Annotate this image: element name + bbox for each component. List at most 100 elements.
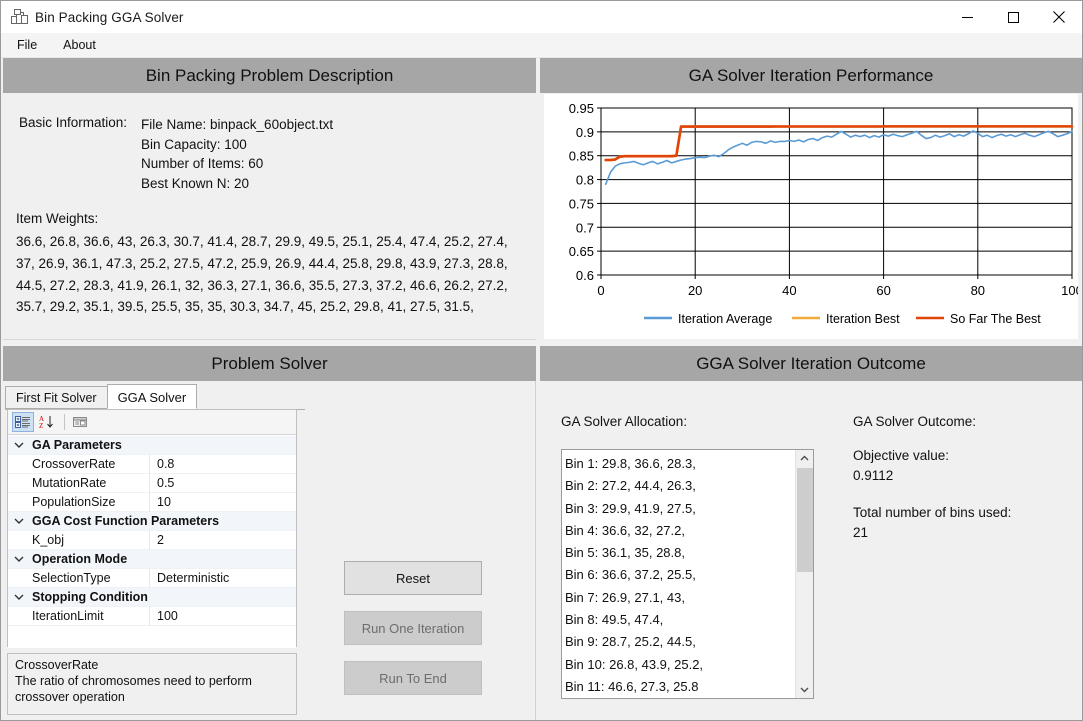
- allocation-line[interactable]: Bin 4: 36.6, 32, 27.2,: [565, 520, 795, 542]
- chart-xtick-label: 80: [971, 283, 985, 298]
- legend-label: Iteration Best: [826, 312, 900, 326]
- allocation-line[interactable]: Bin 11: 46.6, 27.3, 25.8: [565, 676, 795, 698]
- chart-ytick-label: 0.75: [569, 196, 594, 211]
- allocation-listbox[interactable]: Bin 1: 29.8, 36.6, 28.3, Bin 2: 27.2, 44.…: [561, 449, 814, 699]
- minimize-button[interactable]: [944, 1, 990, 33]
- application-window: Bin Packing GGA Solver File About Bin Pa…: [0, 0, 1083, 721]
- allocation-line[interactable]: Bin 5: 36.1, 35, 28.8,: [565, 542, 795, 564]
- chart-ytick-label: 0.6: [576, 268, 594, 283]
- property-name: SelectionType: [30, 568, 150, 588]
- property-description-title: CrossoverRate: [15, 658, 99, 672]
- chart-ytick-label: 0.65: [569, 244, 594, 259]
- property-description-body: The ratio of chromosomes need to perform…: [15, 674, 252, 704]
- maximize-button[interactable]: [990, 1, 1036, 33]
- chart-xtick-label: 100: [1061, 283, 1078, 298]
- toolbar-separator: [64, 414, 65, 430]
- title-bar: Bin Packing GGA Solver: [1, 1, 1082, 33]
- chart-ytick-label: 0.95: [569, 101, 594, 116]
- chart-xtick-label: 0: [597, 283, 604, 298]
- property-row[interactable]: K_obj 2: [8, 530, 296, 550]
- allocation-line[interactable]: Bin 6: 36.6, 37.2, 25.5,: [565, 564, 795, 586]
- chart-ytick-label: 0.7: [576, 220, 594, 235]
- section-header-problem-solver: Problem Solver: [3, 346, 536, 381]
- property-category-row[interactable]: GGA Cost Function Parameters: [8, 512, 296, 531]
- objective-value-block: Objective value: 0.9112: [853, 446, 1011, 486]
- property-grid-rows[interactable]: GA Parameters CrossoverRate 0.8 MutationRat…: [8, 435, 296, 648]
- svg-text:Z: Z: [39, 422, 43, 429]
- property-name: K_obj: [30, 530, 150, 550]
- property-row[interactable]: SelectionType Deterministic: [8, 568, 296, 588]
- allocation-line[interactable]: Bin 8: 49.5, 47.4,: [565, 609, 795, 631]
- property-grid-filler: [8, 626, 296, 646]
- outcome-title: GA Solver Outcome:: [853, 414, 977, 429]
- property-value[interactable]: 10: [150, 495, 171, 509]
- property-value[interactable]: 2: [150, 533, 164, 547]
- property-category-row[interactable]: Operation Mode: [8, 550, 296, 569]
- allocation-line[interactable]: Bin 1: 29.8, 36.6, 28.3,: [565, 453, 795, 475]
- tab-first-fit-solver[interactable]: First Fit Solver: [5, 386, 108, 409]
- ga-outcome-summary: GA Solver Outcome: Objective value: 0.91…: [853, 414, 1011, 560]
- chart-plot-border: [600, 107, 1073, 276]
- property-name: Stopping Condition: [32, 589, 148, 604]
- info-best-known-n: Best Known N: 20: [141, 175, 250, 191]
- chevron-down-icon[interactable]: [8, 441, 30, 449]
- basic-information: Basic Information: File Name: binpack_60…: [19, 115, 333, 193]
- chevron-down-icon[interactable]: [8, 517, 30, 525]
- bins-used-block: Total number of bins used: 21: [853, 503, 1011, 543]
- chevron-up-icon[interactable]: [796, 450, 813, 467]
- scrollbar-thumb[interactable]: [797, 468, 813, 572]
- property-row[interactable]: MutationRate 0.5: [8, 473, 296, 493]
- property-value[interactable]: 0.8: [150, 457, 174, 471]
- property-row[interactable]: CrossoverRate 0.8: [8, 454, 296, 474]
- allocation-line[interactable]: Bin 2: 27.2, 44.4, 26.3,: [565, 475, 795, 497]
- property-name: MutationRate: [30, 473, 150, 493]
- run-one-iteration-button[interactable]: Run One Iteration: [344, 611, 482, 645]
- chevron-down-icon[interactable]: [8, 555, 30, 563]
- bins-used-label: Total number of bins used:: [853, 505, 1012, 520]
- alphabetical-sort-icon[interactable]: A Z: [36, 412, 58, 432]
- legend-label: Iteration Average: [678, 312, 772, 326]
- window-title: Bin Packing GGA Solver: [35, 9, 184, 25]
- property-pages-icon[interactable]: [69, 412, 91, 432]
- property-grid-toolbar: A Z: [8, 410, 296, 435]
- chevron-down-icon[interactable]: [8, 593, 30, 601]
- categorized-view-icon[interactable]: [12, 412, 34, 432]
- close-button[interactable]: [1036, 1, 1082, 33]
- property-value[interactable]: 0.5: [150, 476, 174, 490]
- item-weights-line: 44.5, 27.2, 28.3, 41.9, 26.1, 32, 36.3, …: [16, 277, 508, 293]
- run-to-end-button[interactable]: Run To End: [344, 661, 482, 695]
- allocation-line[interactable]: Bin 10: 26.8, 43.9, 25.2,: [565, 654, 795, 676]
- chart-ytick-label: 0.8: [576, 173, 594, 188]
- chart-canvas: 0.6 0.65 0.7 0.75 0.8 0.85 0.9 0.95 0 20 40 60 80 100…: [569, 101, 1078, 326]
- property-value[interactable]: 100: [150, 609, 178, 623]
- allocation-line[interactable]: Bin 9: 28.7, 25.2, 44.5,: [565, 631, 795, 653]
- property-value[interactable]: Deterministic: [150, 571, 229, 585]
- chart-series-iteration-average: [604, 130, 1073, 186]
- tab-gga-solver[interactable]: GGA Solver: [106, 384, 198, 409]
- chart-xtick-label: 60: [876, 283, 890, 298]
- chevron-down-icon[interactable]: [796, 681, 813, 698]
- property-grid: A Z GA Parameters CrossoverRate 0.8 Mutatio…: [7, 409, 297, 648]
- reset-button[interactable]: Reset: [344, 561, 482, 595]
- chart-xtick-label: 20: [688, 283, 702, 298]
- item-weights-line: 36.6, 26.8, 36.6, 43, 26.3, 30.7, 41.4, …: [16, 234, 508, 249]
- solver-tabstrip: First Fit Solver GGA Solver: [5, 384, 305, 410]
- info-number-of-items: Number of Items: 60: [141, 156, 264, 171]
- section-header-ga-outcome: GGA Solver Iteration Outcome: [540, 346, 1082, 381]
- property-name: GA Parameters: [32, 437, 122, 452]
- window-controls: [944, 1, 1082, 33]
- bins-used-value: 21: [853, 525, 869, 540]
- property-row[interactable]: IterationLimit 100: [8, 606, 296, 626]
- allocation-label: GA Solver Allocation:: [561, 414, 688, 429]
- menu-item-file[interactable]: File: [7, 35, 47, 55]
- property-name: IterationLimit: [30, 606, 150, 626]
- allocation-scrollbar[interactable]: [795, 450, 813, 698]
- property-category-row[interactable]: Stopping Condition: [8, 588, 296, 607]
- item-weights-label: Item Weights:: [16, 211, 99, 226]
- menu-item-about[interactable]: About: [53, 35, 106, 55]
- chart-ytick-label: 0.85: [569, 149, 594, 164]
- property-row[interactable]: PopulationSize 10: [8, 492, 296, 512]
- allocation-line[interactable]: Bin 3: 29.9, 41.9, 27.5,: [565, 498, 795, 520]
- allocation-line[interactable]: Bin 7: 26.9, 27.1, 43,: [565, 587, 795, 609]
- property-category-row[interactable]: GA Parameters: [8, 436, 296, 455]
